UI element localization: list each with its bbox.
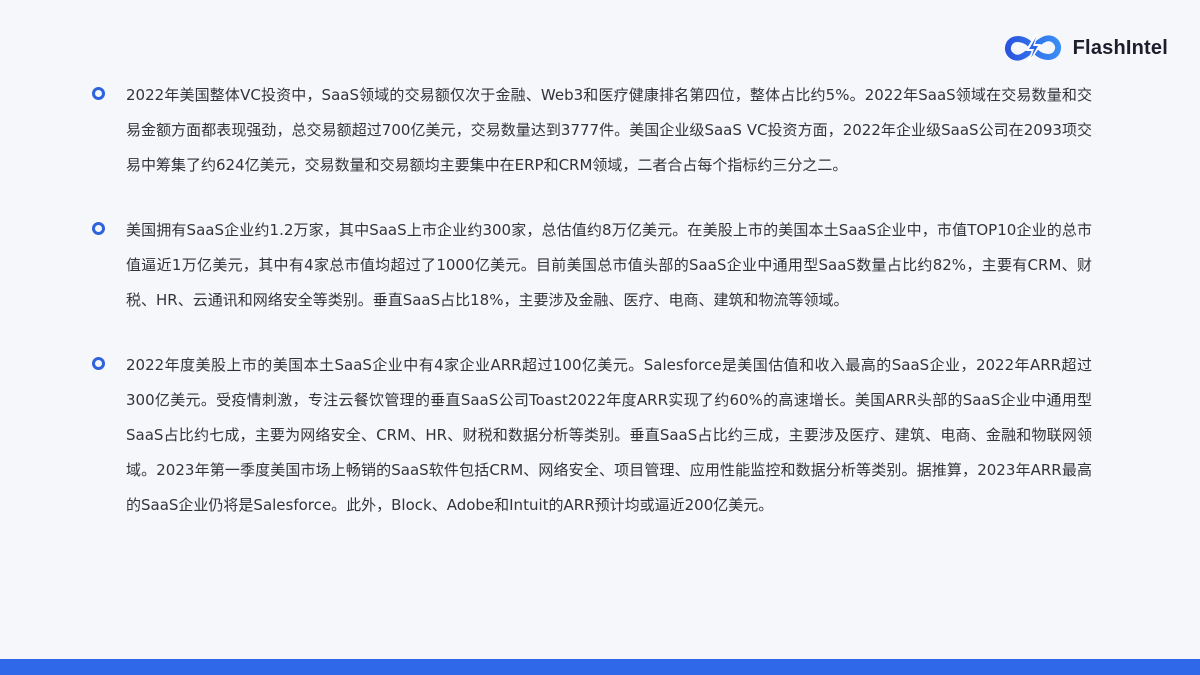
- footer-bar: [0, 659, 1200, 675]
- brand-logo: FlashIntel: [1001, 30, 1168, 66]
- bullet-ring-icon: [92, 357, 105, 370]
- paragraph-text: 美国拥有SaaS企业约1.2万家，其中SaaS上市企业约300家，总估值约8万亿…: [126, 221, 1092, 309]
- paragraph-arr: 2022年度美股上市的美国本土SaaS企业中有4家企业ARR超过100亿美元。S…: [92, 348, 1092, 523]
- paragraph-text: 2022年度美股上市的美国本土SaaS企业中有4家企业ARR超过100亿美元。S…: [126, 356, 1092, 514]
- main-content: 2022年美国整体VC投资中，SaaS领域的交易额仅次于金融、Web3和医疗健康…: [92, 78, 1092, 553]
- logo-text: FlashIntel: [1072, 36, 1168, 59]
- bullet-ring-icon: [92, 222, 105, 235]
- paragraph-vc-investment: 2022年美国整体VC投资中，SaaS领域的交易额仅次于金融、Web3和医疗健康…: [92, 78, 1092, 183]
- paragraph-text: 2022年美国整体VC投资中，SaaS领域的交易额仅次于金融、Web3和医疗健康…: [126, 86, 1092, 174]
- infinity-lightning-icon: [1004, 34, 1061, 62]
- bullet-ring-icon: [92, 87, 105, 100]
- paragraph-saas-market: 美国拥有SaaS企业约1.2万家，其中SaaS上市企业约300家，总估值约8万亿…: [92, 213, 1092, 318]
